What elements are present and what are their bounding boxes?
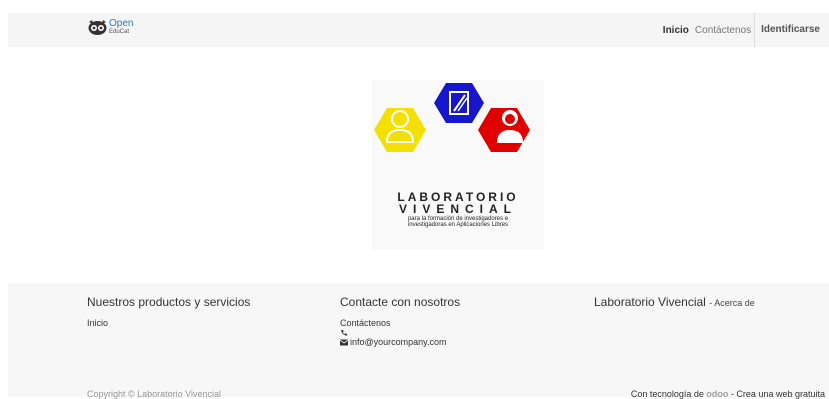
logo-subtitle-2: investigadoras en Aplicaciones Libres bbox=[407, 222, 509, 228]
email-line: info@yourcompany.com bbox=[340, 336, 460, 348]
powered-prefix: Con tecnología de bbox=[630, 389, 704, 399]
copyright-text: Copyright © Laboratorio Vivencial bbox=[87, 389, 222, 399]
phone-line bbox=[340, 329, 460, 336]
envelope-icon bbox=[340, 339, 348, 345]
nav-item-contactenos[interactable]: Contáctenos bbox=[692, 25, 754, 36]
about-heading: Laboratorio Vivencial - Acerca de bbox=[594, 295, 755, 309]
laboratorio-logo: LABORATORIO VIVENCIAL para la formación … bbox=[372, 80, 544, 250]
footer-link-inicio[interactable]: Inicio bbox=[87, 317, 250, 329]
footer-contact: Contacte con nosotros Contáctenos info@y… bbox=[340, 295, 460, 348]
odoo-link[interactable]: odoo bbox=[706, 389, 728, 399]
logo-title-2: VIVENCIAL bbox=[398, 202, 517, 216]
products-heading: Nuestros productos y servicios bbox=[87, 295, 251, 309]
hexagon-emblem bbox=[374, 82, 530, 152]
owl-icon bbox=[88, 20, 107, 35]
brand-logo[interactable]: Open EduCat bbox=[88, 19, 133, 36]
about-title: Laboratorio Vivencial bbox=[594, 295, 706, 309]
powered-by: Con tecnología de odoo - Crea una web gr… bbox=[631, 389, 825, 399]
navbar: Open EduCat Inicio Contáctenos Identific… bbox=[8, 13, 829, 47]
nav-item-inicio[interactable]: Inicio bbox=[660, 25, 692, 36]
free-website-link[interactable]: - Crea una web gratuita bbox=[731, 389, 825, 399]
main-nav: Inicio Contáctenos Identificarse bbox=[660, 13, 823, 47]
signin-link[interactable]: Identificarse bbox=[754, 13, 823, 47]
footer-about: Laboratorio Vivencial - Acerca de bbox=[594, 295, 755, 317]
brand-text: Open EduCat bbox=[109, 19, 133, 36]
footer: Nuestros productos y servicios Inicio Co… bbox=[8, 283, 829, 397]
brand-open: Open bbox=[109, 18, 134, 29]
footer-link-contactenos[interactable]: Contáctenos bbox=[340, 317, 460, 329]
brand-educat: EduCat bbox=[109, 29, 130, 35]
phone-icon bbox=[341, 329, 348, 336]
contact-heading: Contacte con nosotros bbox=[340, 295, 461, 309]
about-link[interactable]: - Acerca de bbox=[709, 298, 755, 308]
footer-products: Nuestros productos y servicios Inicio bbox=[87, 295, 250, 329]
email-link[interactable]: info@yourcompany.com bbox=[350, 336, 447, 348]
